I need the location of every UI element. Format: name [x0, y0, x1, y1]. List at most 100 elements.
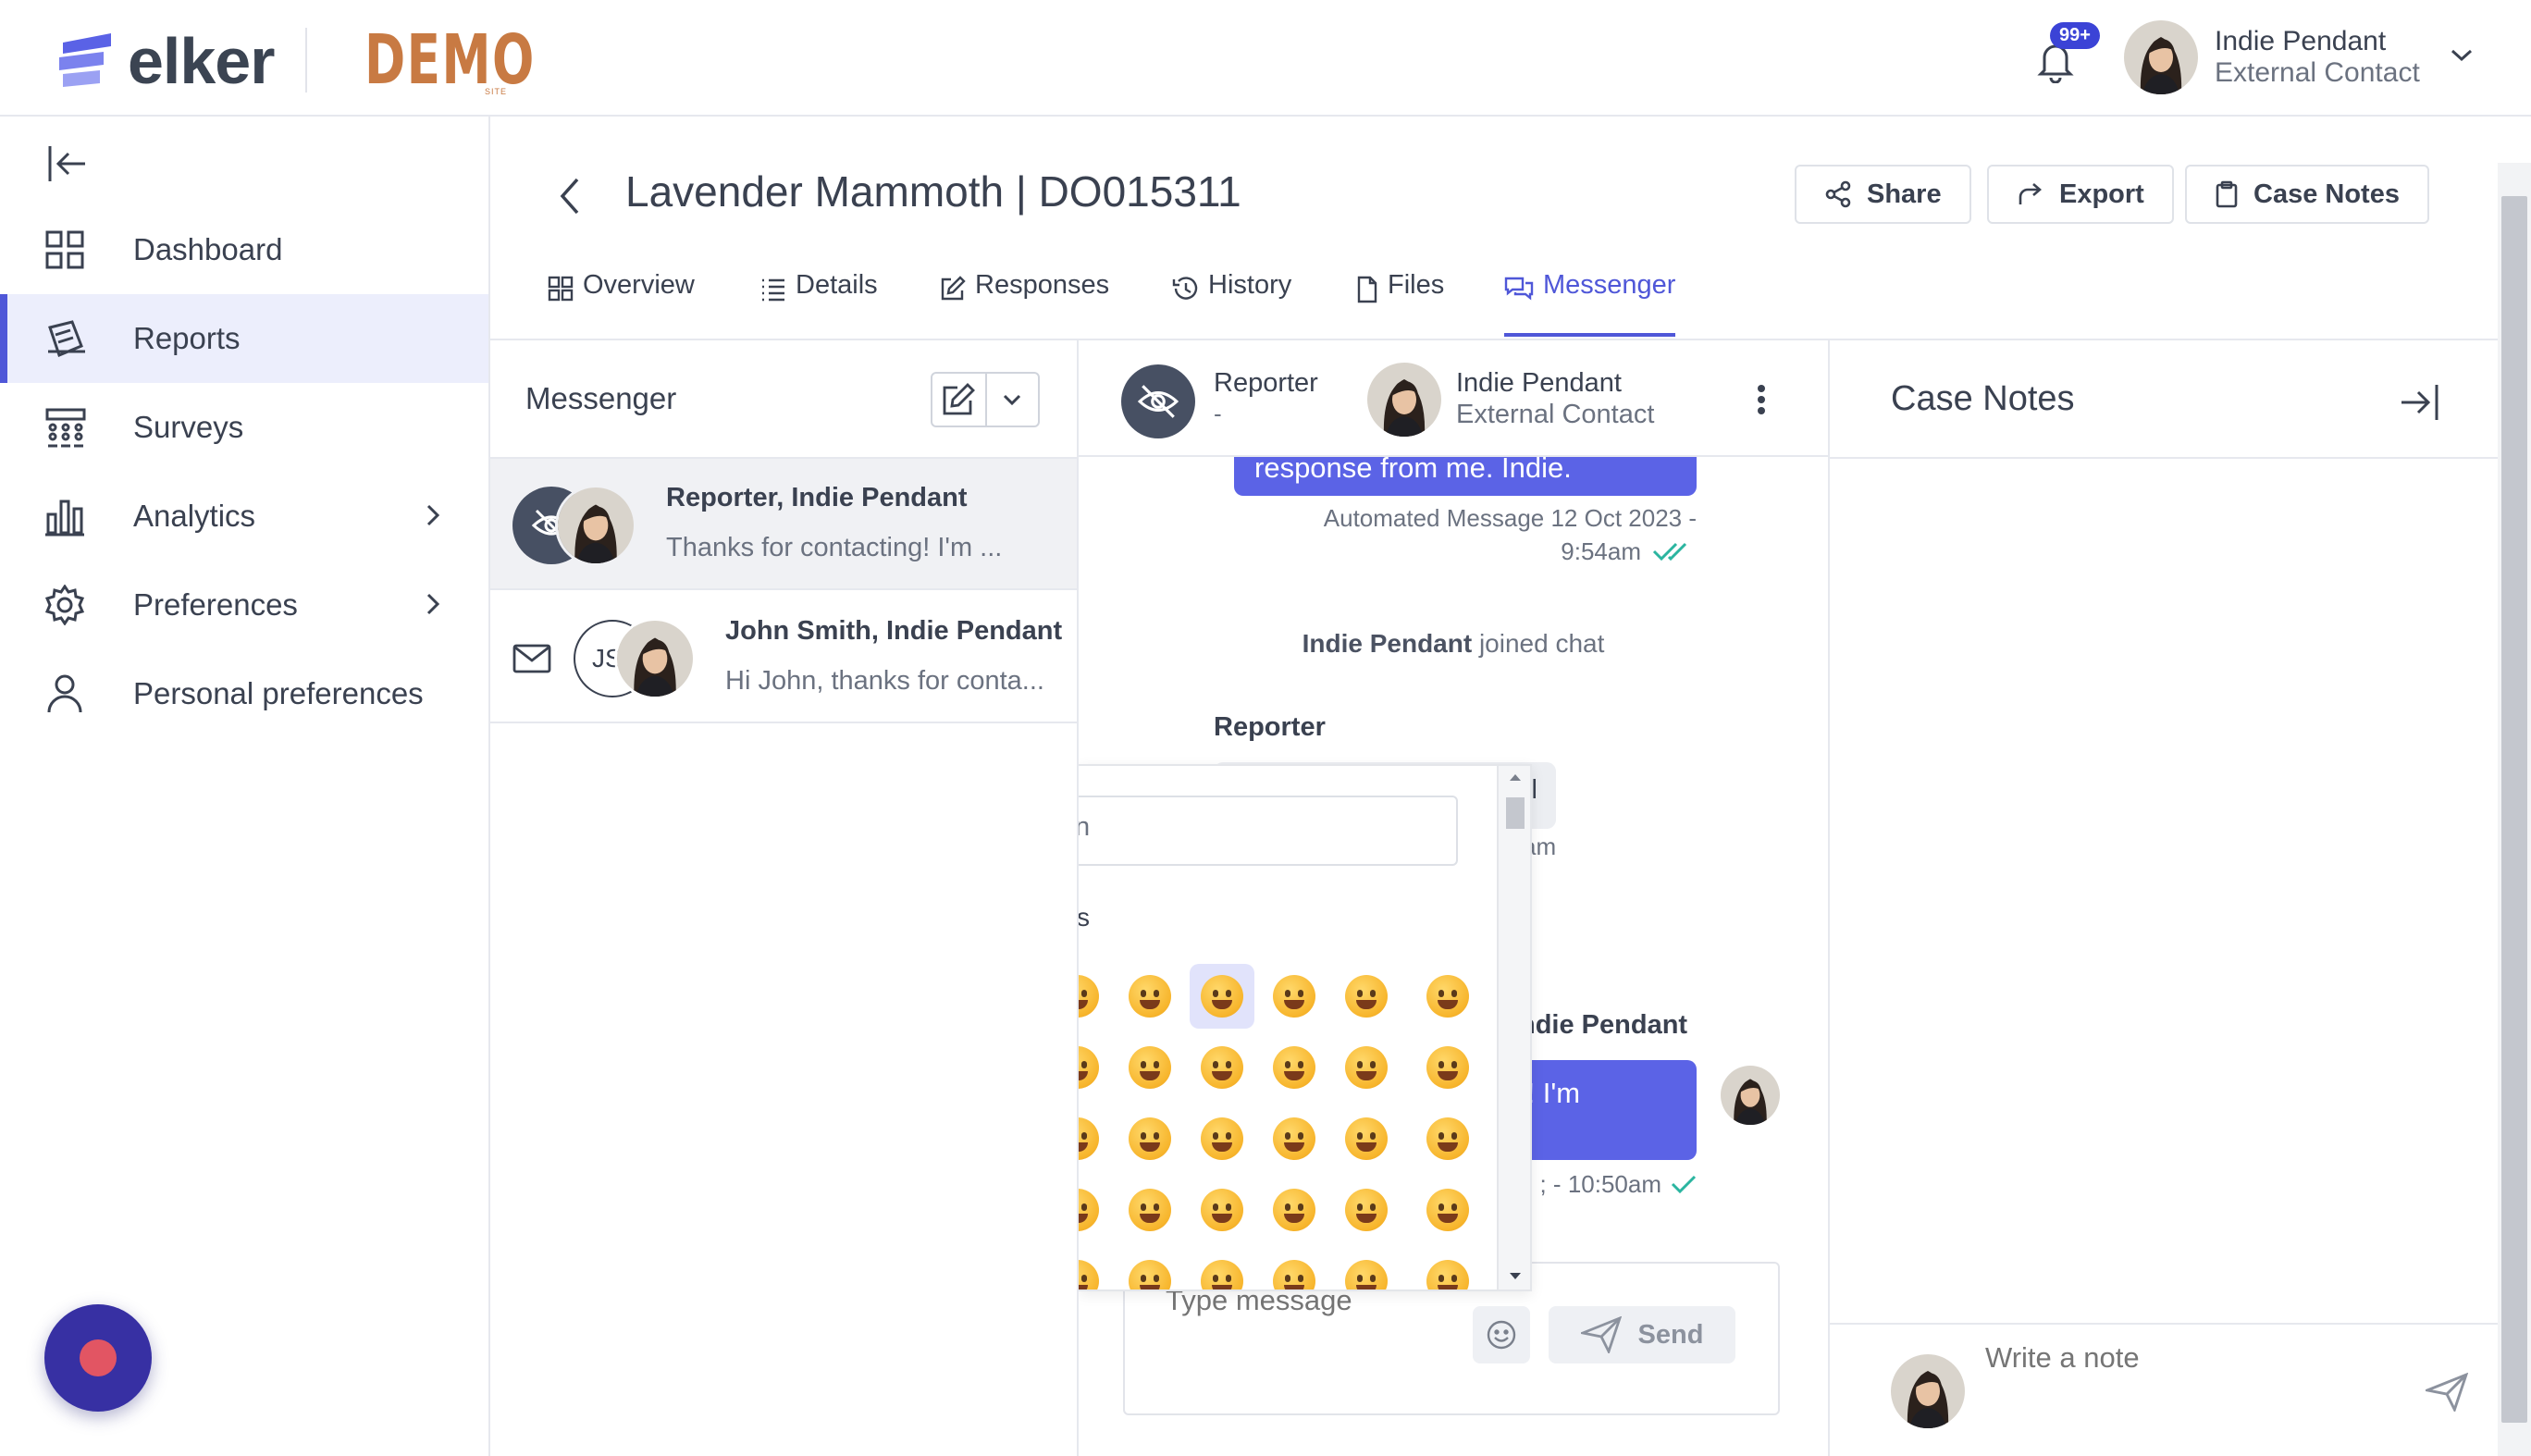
- user-avatar: [1891, 1354, 1965, 1428]
- sidebar-item-reports[interactable]: Reports: [0, 294, 488, 383]
- conversation-name: John Smith, Indie Pendant: [725, 616, 1063, 646]
- emoji-option[interactable]: [1262, 1249, 1327, 1289]
- tab-label: Responses: [975, 270, 1110, 300]
- participant-name: Reporter: [1214, 368, 1318, 398]
- note-input[interactable]: [1985, 1341, 2318, 1375]
- emoji-option[interactable]: [1415, 964, 1480, 1029]
- emoji-option[interactable]: [1415, 1249, 1480, 1289]
- conversation-item[interactable]: Reporter, Indie Pendant Thanks for conta…: [490, 459, 1077, 590]
- message-text: l: [1531, 775, 1537, 805]
- send-note-icon[interactable]: [2426, 1373, 2468, 1412]
- emoji-face-icon: [1201, 1189, 1243, 1231]
- messenger-list-panel: Messenger Reporter, Indie Pendant Thanks…: [490, 340, 1079, 1456]
- user-name[interactable]: Indie Pendant: [2215, 26, 2386, 57]
- case-notes-button[interactable]: Case Notes: [2185, 165, 2429, 224]
- emoji-option[interactable]: [1079, 1249, 1110, 1289]
- emoji-option[interactable]: [1334, 1106, 1399, 1171]
- export-icon: [2019, 183, 2042, 204]
- emoji-option[interactable]: [1079, 1106, 1110, 1171]
- emoji-option[interactable]: [1334, 1178, 1399, 1242]
- emoji-option[interactable]: [1415, 1035, 1480, 1100]
- emoji-option[interactable]: [1415, 1178, 1480, 1242]
- compose-icon[interactable]: [932, 374, 985, 426]
- tab-label: Details: [796, 270, 878, 300]
- chevron-down-icon[interactable]: [984, 374, 1038, 426]
- elker-logo[interactable]: elker: [56, 24, 275, 98]
- user-role: External Contact: [2215, 57, 2420, 88]
- chat-icon: [1504, 277, 1534, 301]
- emoji-option[interactable]: [1190, 964, 1254, 1029]
- meta-time: 9:54am: [1561, 537, 1641, 565]
- export-button[interactable]: Export: [1987, 165, 2174, 224]
- smiley-icon: [1487, 1320, 1516, 1350]
- conversation-item[interactable]: JS John Smith, Indie Pendant Hi John, th…: [490, 592, 1077, 723]
- tab-history[interactable]: History: [1171, 266, 1291, 339]
- tab-files[interactable]: Files: [1356, 266, 1444, 339]
- tab-responses[interactable]: Responses: [940, 266, 1109, 339]
- send-button[interactable]: Send: [1549, 1306, 1735, 1363]
- sidebar-item-surveys[interactable]: Surveys: [0, 383, 488, 472]
- emoji-face-icon: [1426, 1046, 1469, 1089]
- tab-label: Files: [1388, 270, 1445, 300]
- portrait-icon: [2124, 20, 2198, 94]
- emoji-face-icon: [1273, 1046, 1315, 1089]
- sidebar-item-personal-preferences[interactable]: Personal preferences: [0, 649, 488, 738]
- chevron-right-icon: [426, 592, 440, 616]
- scroll-up-icon[interactable]: [1499, 766, 1532, 788]
- emoji-option[interactable]: [1117, 1106, 1182, 1171]
- sidebar-item-dashboard[interactable]: Dashboard: [0, 205, 488, 294]
- emoji-option[interactable]: [1334, 1249, 1399, 1289]
- emoji-face-icon: [1201, 1046, 1243, 1089]
- emoji-scroll-thumb[interactable]: [1506, 797, 1525, 829]
- user-avatar[interactable]: [2124, 20, 2198, 94]
- emoji-option[interactable]: [1117, 1035, 1182, 1100]
- emoji-scrollbar[interactable]: [1497, 766, 1532, 1289]
- emoji-option[interactable]: [1190, 1106, 1254, 1171]
- collapse-panel-icon[interactable]: [2398, 381, 2440, 424]
- grid-icon: [44, 229, 85, 270]
- chevron-down-icon[interactable]: [2450, 48, 2474, 63]
- emoji-option[interactable]: [1079, 1035, 1110, 1100]
- sidebar-item-analytics[interactable]: Analytics: [0, 472, 488, 561]
- tab-messenger[interactable]: Messenger: [1504, 266, 1676, 339]
- collapse-sidebar-icon[interactable]: [46, 142, 89, 185]
- emoji-face-icon: [1129, 975, 1171, 1018]
- emoji-option[interactable]: [1079, 964, 1110, 1029]
- emoji-picker: n s: [1079, 764, 1532, 1291]
- emoji-option[interactable]: [1262, 1035, 1327, 1100]
- emoji-option[interactable]: [1117, 1249, 1182, 1289]
- demo-sub-label: SITE: [485, 87, 508, 96]
- scroll-down-icon[interactable]: [1499, 1265, 1532, 1288]
- emoji-option[interactable]: [1117, 964, 1182, 1029]
- emoji-option[interactable]: [1262, 1106, 1327, 1171]
- new-message-split-button[interactable]: [931, 372, 1040, 427]
- record-fab-button[interactable]: [44, 1304, 152, 1412]
- tab-label: Overview: [583, 270, 695, 300]
- emoji-face-icon: [1426, 975, 1469, 1018]
- emoji-option[interactable]: [1190, 1178, 1254, 1242]
- back-arrow-icon[interactable]: [555, 176, 585, 216]
- emoji-option[interactable]: [1334, 1035, 1399, 1100]
- emoji-option[interactable]: [1190, 1249, 1254, 1289]
- emoji-option[interactable]: [1079, 1178, 1110, 1242]
- page-scrollbar[interactable]: [2498, 163, 2531, 1456]
- emoji-option[interactable]: [1190, 1035, 1254, 1100]
- emoji-search-input[interactable]: n: [1079, 796, 1458, 866]
- history-icon: [1172, 277, 1198, 300]
- emoji-option[interactable]: [1415, 1106, 1480, 1171]
- emoji-button[interactable]: [1473, 1306, 1530, 1363]
- note-composer: [1830, 1323, 2498, 1456]
- more-options-icon[interactable]: [1756, 383, 1767, 416]
- emoji-face-icon: [1079, 1117, 1099, 1160]
- tab-overview[interactable]: Overview: [548, 266, 695, 339]
- page-scroll-thumb[interactable]: [2501, 196, 2527, 1423]
- emoji-option[interactable]: [1262, 1178, 1327, 1242]
- share-button[interactable]: Share: [1795, 165, 1971, 224]
- sidebar-item-preferences[interactable]: Preferences: [0, 561, 488, 649]
- emoji-face-icon: [1201, 975, 1243, 1018]
- emoji-option[interactable]: [1334, 964, 1399, 1029]
- emoji-option[interactable]: [1262, 964, 1327, 1029]
- emoji-option[interactable]: [1117, 1178, 1182, 1242]
- tab-details[interactable]: Details: [760, 266, 878, 339]
- indie-pendant-avatar: [555, 485, 636, 566]
